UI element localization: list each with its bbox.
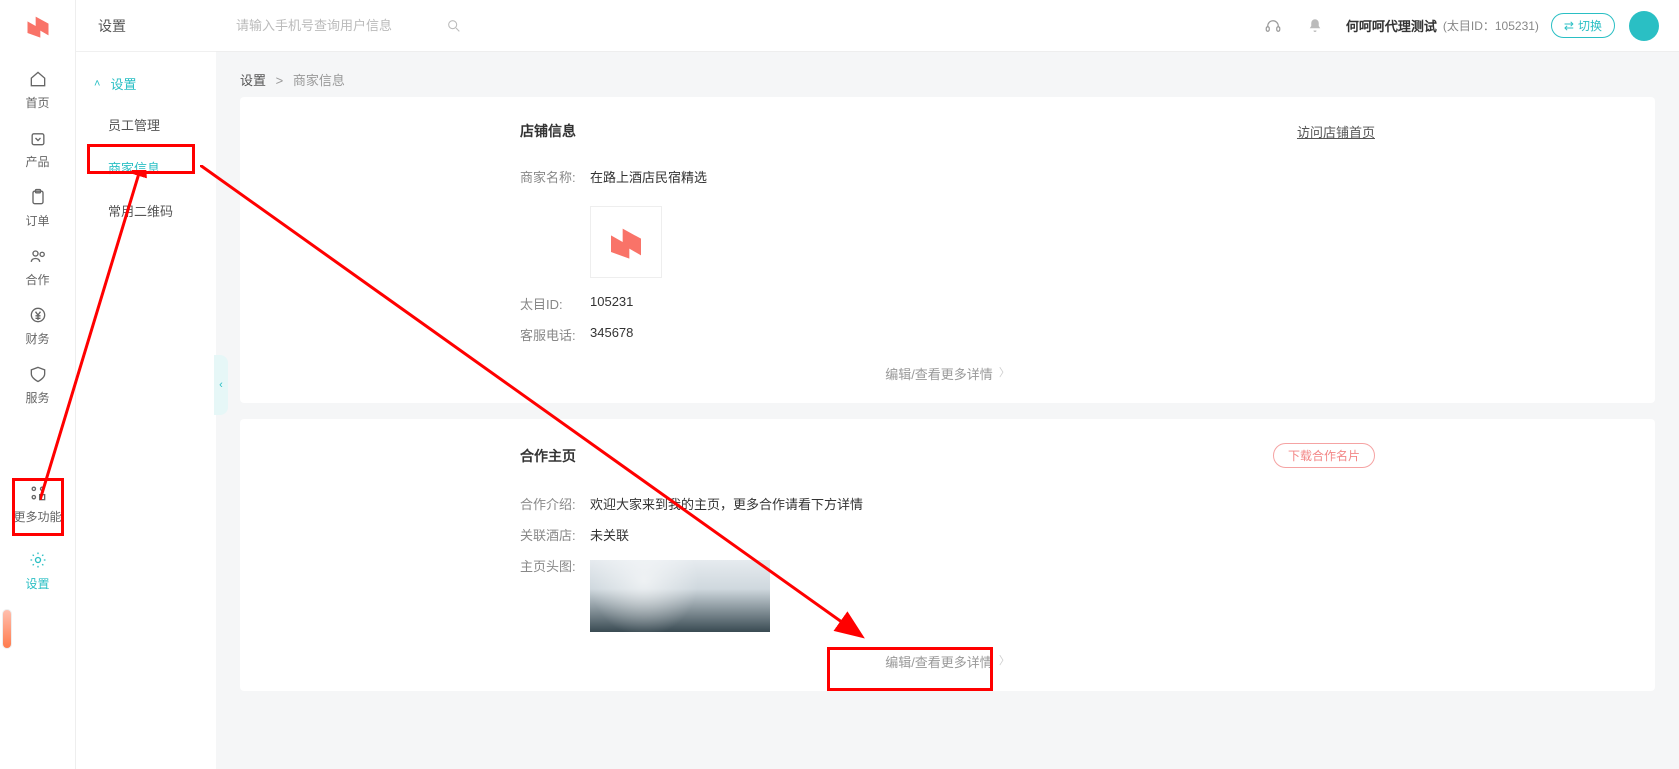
rail-label: 设置 xyxy=(25,575,49,592)
rail-label: 首页 xyxy=(25,94,49,111)
headset-icon[interactable] xyxy=(1262,15,1284,37)
grid-icon xyxy=(27,482,49,504)
rail-item-more[interactable]: 更多功能 xyxy=(8,474,68,533)
visit-shop-link[interactable]: 访问店铺首页 xyxy=(1297,122,1375,141)
label-taimu-id: 太目ID: xyxy=(520,294,590,313)
sidenav-item-staff[interactable]: 员工管理 xyxy=(76,103,216,146)
sidenav-group: 设置 员工管理 商家信息 常用二维码 xyxy=(76,52,216,232)
bag-icon xyxy=(27,127,49,149)
clipboard-icon xyxy=(27,186,49,208)
yen-icon xyxy=(27,304,49,326)
left-rail: 首页 产品 订单 合作 财务 服务 更多功能 设置 xyxy=(0,0,76,769)
rail-item-service[interactable]: 服务 xyxy=(8,355,68,414)
rail-item-settings[interactable]: 设置 xyxy=(8,541,68,600)
search-wrap xyxy=(236,18,462,34)
label-coop-intro: 合作介绍: xyxy=(520,494,590,513)
download-card-button[interactable]: 下载合作名片 xyxy=(1273,443,1375,468)
value-service-tel: 345678 xyxy=(590,325,633,340)
avatar[interactable] xyxy=(1629,11,1659,41)
card-title: 合作主页 xyxy=(520,446,576,466)
top-bar: 何呵呵代理测试 (太目ID：105231) ⇄切换 xyxy=(216,0,1679,52)
chevron-right-icon: 〉 xyxy=(999,364,1010,383)
heart-shield-icon xyxy=(27,363,49,385)
label-merchant-name: 商家名称: xyxy=(520,167,590,186)
gear-icon xyxy=(27,549,49,571)
rail-item-partner[interactable]: 合作 xyxy=(8,237,68,296)
card-shop-info: 店铺信息 访问店铺首页 商家名称: 在路上酒店民宿精选 太目ID: 105231 xyxy=(240,97,1655,403)
value-coop-intro: 欢迎大家来到我的主页，更多合作请看下方详情 xyxy=(590,494,863,513)
chevron-right-icon: > xyxy=(276,73,284,88)
users-icon xyxy=(27,245,49,267)
breadcrumb-root[interactable]: 设置 xyxy=(240,73,266,88)
rail-item-product[interactable]: 产品 xyxy=(8,119,68,178)
edit-details-link-2[interactable]: 编辑/查看更多详情〉 xyxy=(520,638,1375,683)
rail-item-finance[interactable]: 财务 xyxy=(8,296,68,355)
rail-item-order[interactable]: 订单 xyxy=(8,178,68,237)
brand-logo xyxy=(24,12,52,40)
card-title: 店铺信息 xyxy=(520,121,576,141)
header-image-thumb xyxy=(590,560,770,632)
rail-label: 更多功能 xyxy=(13,508,61,525)
rail-label: 订单 xyxy=(25,212,49,229)
switch-button[interactable]: ⇄切换 xyxy=(1551,13,1615,38)
home-icon xyxy=(27,68,49,90)
user-name: 何呵呵代理测试 xyxy=(1346,16,1437,35)
edit-details-link[interactable]: 编辑/查看更多详情〉 xyxy=(520,350,1375,395)
label-service-tel: 客服电话: xyxy=(520,325,590,344)
label-header-image: 主页头图: xyxy=(520,556,590,575)
rail-label: 服务 xyxy=(25,389,49,406)
rail-label: 财务 xyxy=(25,330,49,347)
user-id: (太目ID：105231) xyxy=(1443,17,1539,34)
content-scroll: 店铺信息 访问店铺首页 商家名称: 在路上酒店民宿精选 太目ID: 105231 xyxy=(216,97,1679,731)
value-merchant-name: 在路上酒店民宿精选 xyxy=(590,167,707,186)
rail-label: 产品 xyxy=(25,153,49,170)
value-taimu-id: 105231 xyxy=(590,294,633,309)
card-coop-home: 合作主页 下载合作名片 合作介绍: 欢迎大家来到我的主页，更多合作请看下方详情 … xyxy=(240,419,1655,691)
search-input[interactable] xyxy=(236,18,436,33)
side-float-widget[interactable] xyxy=(2,609,12,649)
sidenav-title: 设置 xyxy=(76,0,216,52)
swap-icon: ⇄ xyxy=(1564,19,1574,33)
sidenav-item-merchant[interactable]: 商家信息 xyxy=(76,146,216,189)
breadcrumb: 设置 > 商家信息 xyxy=(216,52,1679,97)
rail-label: 合作 xyxy=(25,271,49,288)
bell-icon[interactable] xyxy=(1304,15,1326,37)
merchant-logo xyxy=(590,206,662,278)
sidenav-group-title[interactable]: 设置 xyxy=(76,64,216,103)
main-area: 何呵呵代理测试 (太目ID：105231) ⇄切换 设置 > 商家信息 店铺信息… xyxy=(216,0,1679,769)
chevron-right-icon: 〉 xyxy=(999,652,1010,671)
rail-item-home[interactable]: 首页 xyxy=(8,60,68,119)
breadcrumb-current: 商家信息 xyxy=(293,73,345,88)
side-nav: 设置 设置 员工管理 商家信息 常用二维码 ‹ xyxy=(76,0,216,769)
value-linked-hotel: 未关联 xyxy=(590,525,629,544)
search-icon[interactable] xyxy=(446,18,462,34)
label-linked-hotel: 关联酒店: xyxy=(520,525,590,544)
sidenav-item-qrcode[interactable]: 常用二维码 xyxy=(76,189,216,232)
